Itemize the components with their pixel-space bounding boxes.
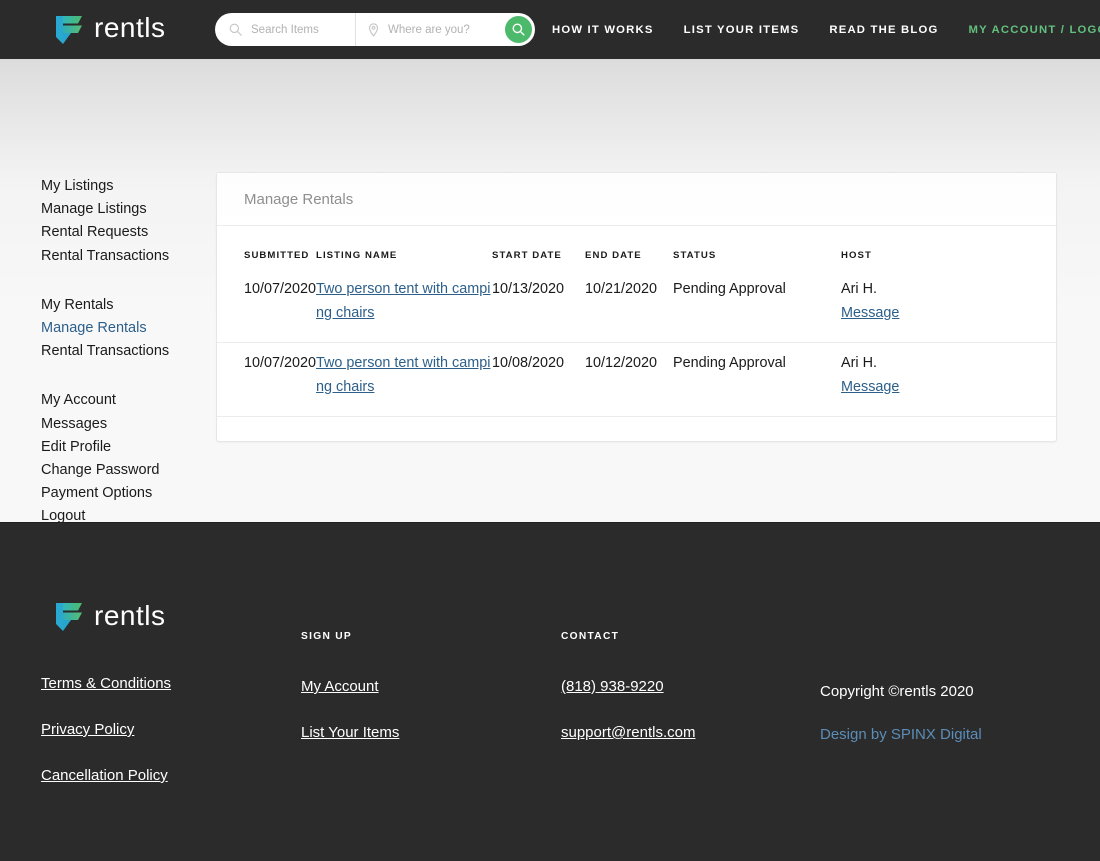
cell-host: Ari H. Message bbox=[841, 342, 1056, 417]
col-end-date: END DATE bbox=[585, 250, 642, 261]
sidebar-item-my-account[interactable]: My Account bbox=[41, 389, 211, 412]
account-sidebar: My Listings Manage Listings Rental Reque… bbox=[41, 175, 211, 555]
rentls-logo-mark-icon bbox=[56, 603, 82, 631]
cell-listing-name: Two person tent with camping chairs bbox=[316, 342, 493, 417]
sidebar-item-manage-rentals[interactable]: Manage Rentals bbox=[41, 317, 211, 340]
message-host-link[interactable]: Message bbox=[841, 302, 899, 326]
status-badge: Pending Approval bbox=[673, 355, 786, 371]
search-submit-button[interactable] bbox=[505, 16, 532, 43]
sidebar-group-my-listings: My Listings Manage Listings Rental Reque… bbox=[41, 175, 211, 268]
footer-contact-column: CONTACT (818) 938-9220 support@rentls.co… bbox=[561, 631, 695, 770]
footer-logo-wordmark: rentls bbox=[94, 599, 166, 631]
col-host: HOST bbox=[841, 250, 872, 261]
footer-link-terms[interactable]: Terms & Conditions bbox=[41, 675, 171, 692]
page-body: My Listings Manage Listings Rental Reque… bbox=[0, 59, 1100, 524]
design-credit-link[interactable]: Design by SPINX Digital bbox=[820, 726, 982, 743]
search-location-field[interactable]: Where are you? bbox=[355, 13, 505, 46]
logo-wordmark: rentls bbox=[94, 12, 166, 43]
card-footer-spacer bbox=[217, 417, 1056, 441]
primary-nav: HOW IT WORKS LIST YOUR ITEMS READ THE BL… bbox=[552, 24, 1100, 36]
col-status: STATUS bbox=[673, 250, 717, 261]
footer-link-email[interactable]: support@rentls.com bbox=[561, 724, 695, 741]
sidebar-item-manage-listings[interactable]: Manage Listings bbox=[41, 198, 211, 221]
table-header-row: SUBMITTED LISTING NAME START DATE END DA… bbox=[217, 226, 1056, 269]
sidebar-item-rental-transactions-listings[interactable]: Rental Transactions bbox=[41, 245, 211, 268]
header-logo[interactable]: rentls bbox=[56, 14, 165, 46]
footer-contact-heading: CONTACT bbox=[561, 631, 620, 642]
col-listing-name: LISTING NAME bbox=[316, 250, 398, 261]
nav-my-account-logout[interactable]: MY ACCOUNT / LOGOUT bbox=[968, 24, 1100, 36]
footer-link-list-your-items[interactable]: List Your Items bbox=[301, 724, 399, 741]
table-body: 10/07/2020 Two person tent with camping … bbox=[217, 269, 1056, 417]
cell-status: Pending Approval bbox=[673, 269, 842, 343]
cell-listing-name: Two person tent with camping chairs bbox=[316, 269, 493, 343]
footer-link-phone[interactable]: (818) 938-9220 bbox=[561, 678, 695, 695]
message-host-link[interactable]: Message bbox=[841, 376, 899, 400]
search-bar[interactable]: Search Items Where are you? bbox=[215, 13, 535, 46]
cell-status: Pending Approval bbox=[673, 342, 842, 417]
search-location-placeholder: Where are you? bbox=[388, 23, 470, 36]
status-badge: Pending Approval bbox=[673, 281, 786, 297]
map-pin-icon bbox=[368, 22, 379, 37]
sidebar-item-my-rentals[interactable]: My Rentals bbox=[41, 294, 211, 317]
footer-link-my-account[interactable]: My Account bbox=[301, 678, 399, 695]
page-title: Manage Rentals bbox=[244, 190, 354, 208]
footer-copyright-column: Copyright ©rentls 2020 Design by SPINX D… bbox=[820, 683, 982, 744]
manage-rentals-card: Manage Rentals SUBMITTED LISTING NAME ST… bbox=[216, 172, 1057, 442]
rentls-logo-mark-icon bbox=[56, 15, 82, 44]
search-items-placeholder: Search Items bbox=[251, 23, 319, 36]
search-items-field[interactable]: Search Items bbox=[215, 13, 355, 46]
host-name: Ari H. bbox=[841, 355, 878, 371]
nav-list-your-items[interactable]: LIST YOUR ITEMS bbox=[684, 24, 800, 36]
cell-start-date: 10/08/2020 bbox=[492, 342, 586, 417]
footer-link-cancellation[interactable]: Cancellation Policy bbox=[41, 767, 171, 784]
site-footer: rentls Terms & Conditions Privacy Policy… bbox=[0, 522, 1100, 861]
listing-name-link[interactable]: Two person tent with camping chairs bbox=[316, 281, 490, 321]
footer-logo[interactable]: rentls bbox=[56, 601, 165, 633]
cell-submitted: 10/07/2020 bbox=[217, 342, 317, 417]
sidebar-item-change-password[interactable]: Change Password bbox=[41, 459, 211, 482]
cell-submitted: 10/07/2020 bbox=[217, 269, 317, 343]
copyright-text: Copyright ©rentls 2020 bbox=[820, 683, 974, 700]
table-head: SUBMITTED LISTING NAME START DATE END DA… bbox=[217, 226, 1056, 269]
cell-start-date: 10/13/2020 bbox=[492, 269, 586, 343]
col-submitted: SUBMITTED bbox=[244, 250, 310, 261]
cell-end-date: 10/21/2020 bbox=[585, 269, 674, 343]
cell-host: Ari H. Message bbox=[841, 269, 1056, 343]
nav-read-the-blog[interactable]: READ THE BLOG bbox=[829, 24, 938, 36]
footer-legal-column: Terms & Conditions Privacy Policy Cancel… bbox=[41, 675, 171, 813]
sidebar-item-rental-transactions-rentals[interactable]: Rental Transactions bbox=[41, 340, 211, 363]
sidebar-group-my-account: My Account Messages Edit Profile Change … bbox=[41, 389, 211, 528]
search-icon bbox=[229, 23, 242, 36]
sidebar-group-my-rentals: My Rentals Manage Rentals Rental Transac… bbox=[41, 294, 211, 364]
sidebar-item-my-listings[interactable]: My Listings bbox=[41, 175, 211, 198]
sidebar-item-payment-options[interactable]: Payment Options bbox=[41, 482, 211, 505]
magnifier-icon bbox=[512, 23, 525, 36]
nav-how-it-works[interactable]: HOW IT WORKS bbox=[552, 24, 654, 36]
site-header: rentls Search Items Where are you? HOW I… bbox=[0, 0, 1100, 59]
sidebar-item-edit-profile[interactable]: Edit Profile bbox=[41, 436, 211, 459]
rentals-table: SUBMITTED LISTING NAME START DATE END DA… bbox=[217, 226, 1056, 417]
table-row: 10/07/2020 Two person tent with camping … bbox=[217, 342, 1056, 417]
sidebar-item-rental-requests[interactable]: Rental Requests bbox=[41, 221, 211, 244]
host-name: Ari H. bbox=[841, 281, 878, 297]
cell-end-date: 10/12/2020 bbox=[585, 342, 674, 417]
col-start-date: START DATE bbox=[492, 250, 562, 261]
footer-signup-heading: SIGN UP bbox=[301, 631, 352, 642]
card-header: Manage Rentals bbox=[217, 173, 1056, 226]
footer-signup-column: SIGN UP My Account List Your Items bbox=[301, 631, 399, 770]
table-row: 10/07/2020 Two person tent with camping … bbox=[217, 269, 1056, 343]
listing-name-link[interactable]: Two person tent with camping chairs bbox=[316, 355, 490, 395]
sidebar-item-messages[interactable]: Messages bbox=[41, 413, 211, 436]
footer-link-privacy[interactable]: Privacy Policy bbox=[41, 721, 171, 738]
